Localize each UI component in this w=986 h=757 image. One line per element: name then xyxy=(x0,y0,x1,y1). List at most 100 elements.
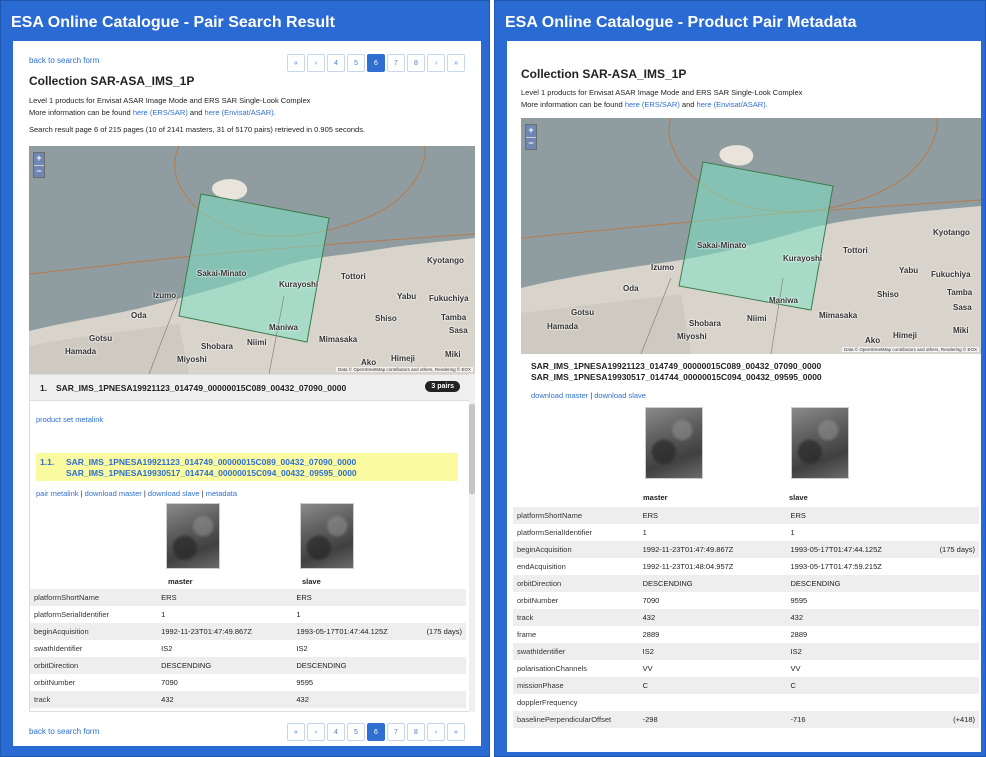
master-value: DESCENDING xyxy=(638,575,787,592)
place-label: Himeji xyxy=(391,354,416,363)
metadata-row: swathIdentifier IS2 IS2 xyxy=(513,643,979,660)
pair-metadata-window: ESA Online Catalogue - Product Pair Meta… xyxy=(494,0,986,757)
result-header[interactable]: 1. SAR_IMS_1PNESA19921123_014749_0000001… xyxy=(30,375,474,401)
slave-value: 9595 xyxy=(790,596,808,605)
difference-value xyxy=(908,558,979,575)
pager-first-button[interactable]: « xyxy=(287,54,305,72)
pager-next-button[interactable]: › xyxy=(427,54,445,72)
place-label: Oda xyxy=(131,311,147,320)
slave-value: 1993-05-17T01:47:44.125Z xyxy=(292,623,404,640)
pair-number: 1.1. xyxy=(40,457,55,467)
pair-slave-id[interactable]: SAR_IMS_1PNESA19930517_014744_00000015C0… xyxy=(66,468,357,478)
metadata-row: orbitDirection DESCENDING DESCENDING xyxy=(513,575,979,592)
pair-entry-highlight[interactable]: 1.1. SAR_IMS_1PNESA19921123_014749_00000… xyxy=(36,453,458,481)
pager-page-8[interactable]: 8 xyxy=(407,723,425,741)
zoom-out-button[interactable]: − xyxy=(34,165,44,177)
pager-page-4[interactable]: 4 xyxy=(327,723,345,741)
place-label: Fukuchiya xyxy=(931,270,971,279)
difference-value xyxy=(908,609,979,626)
slave-thumbnail[interactable] xyxy=(791,407,849,479)
place-label: Kurayoshi xyxy=(279,280,319,289)
metadata-key: platformSerialIdentifier xyxy=(517,528,593,537)
metadata-link[interactable]: metadata xyxy=(206,489,237,498)
metadata-row: baselinePerpendicularOffset -298 -716 (+418… xyxy=(513,711,979,728)
place-label: Miki xyxy=(953,326,969,335)
difference-value: (175 days) xyxy=(403,623,466,640)
ers-sar-link[interactable]: here (ERS/SAR) xyxy=(133,108,188,117)
slave-thumbnail[interactable] xyxy=(300,503,354,569)
difference-value xyxy=(908,660,979,677)
difference-value xyxy=(403,674,466,691)
place-label: Fukuchiya xyxy=(429,294,469,303)
download-master-link[interactable]: download master xyxy=(531,391,588,400)
pager-last-button[interactable]: » xyxy=(447,54,465,72)
download-slave-link[interactable]: download slave xyxy=(148,489,200,498)
collection-title: Collection SAR-ASA_IMS_1P xyxy=(29,74,195,88)
place-label: Miki xyxy=(445,350,461,359)
place-label: Shiso xyxy=(877,290,899,299)
envisat-asar-link[interactable]: here (Envisat/ASAR). xyxy=(697,100,768,109)
result-list[interactable]: 1. SAR_IMS_1PNESA19921123_014749_0000001… xyxy=(29,374,475,712)
scrollbar-thumb[interactable] xyxy=(469,404,475,494)
master-value: 1992-11-23T01:47:49.867Z xyxy=(638,541,787,558)
pager-prev-button[interactable]: ‹ xyxy=(307,723,325,741)
place-label: Shobara xyxy=(689,319,722,328)
master-value: 2889 xyxy=(642,630,660,639)
pager-page-5[interactable]: 5 xyxy=(347,54,365,72)
master-column-header: master xyxy=(643,493,668,502)
pager-page-4[interactable]: 4 xyxy=(327,54,345,72)
pager-next-button[interactable]: › xyxy=(427,723,445,741)
ers-sar-link[interactable]: here (ERS/SAR) xyxy=(625,100,680,109)
more-info-line: More information can be found here (ERS/… xyxy=(521,100,768,109)
master-value: IS2 xyxy=(638,643,787,660)
result-list-scrollbar[interactable] xyxy=(469,374,475,712)
pager-page-7[interactable]: 7 xyxy=(387,723,405,741)
slave-value: ERS xyxy=(786,507,909,524)
back-to-search-link-bottom[interactable]: back to search form xyxy=(29,727,99,736)
master-thumbnail[interactable] xyxy=(645,407,703,479)
slave-value xyxy=(787,694,909,711)
pager-page-7[interactable]: 7 xyxy=(387,54,405,72)
place-label: Yabu xyxy=(397,292,417,301)
pager-page-5[interactable]: 5 xyxy=(347,723,365,741)
place-label: Mimasaka xyxy=(319,335,358,344)
place-label: Oda xyxy=(623,284,639,293)
master-value: 7090 xyxy=(161,678,178,687)
result-number: 1. xyxy=(40,383,48,393)
zoom-in-button[interactable]: + xyxy=(526,125,536,137)
pager-prev-button[interactable]: ‹ xyxy=(307,54,325,72)
pair-master-id[interactable]: SAR_IMS_1PNESA19921123_014749_00000015C0… xyxy=(66,457,356,467)
master-thumbnail[interactable] xyxy=(166,503,220,569)
metadata-row: platformShortName ERS ERS xyxy=(513,507,979,524)
pager-page-8[interactable]: 8 xyxy=(407,54,425,72)
footprint-map[interactable]: + − Kyotango Sakai-Minato Tottori Izumo … xyxy=(521,118,981,354)
pager-first-button[interactable]: « xyxy=(287,723,305,741)
slave-value: 1 xyxy=(790,528,795,537)
envisat-asar-link[interactable]: here (Envisat/ASAR). xyxy=(205,108,276,117)
zoom-out-button[interactable]: − xyxy=(526,137,536,149)
pager-bottom: « ‹ 4 5 6 7 8 › » xyxy=(287,723,465,741)
slave-value: 432 xyxy=(786,609,909,626)
metadata-row: missionPhase C C xyxy=(513,677,979,694)
metadata-key: platformShortName xyxy=(513,507,639,524)
metadata-key: orbitNumber xyxy=(34,678,76,687)
difference-value xyxy=(908,592,979,609)
master-value: VV xyxy=(642,664,653,673)
place-label: Kurayoshi xyxy=(783,254,823,263)
pair-metalink[interactable]: pair metalink xyxy=(36,489,79,498)
pager-last-button[interactable]: » xyxy=(447,723,465,741)
difference-value xyxy=(908,507,979,524)
pager-page-6[interactable]: 6 xyxy=(367,723,385,741)
metadata-key: swathIdentifier xyxy=(34,644,83,653)
place-label: Gotsu xyxy=(571,308,595,317)
zoom-in-button[interactable]: + xyxy=(34,153,44,165)
footprint-map[interactable]: + − Kyotango Sakai-Minato Tottori Izumo … xyxy=(29,146,475,374)
download-slave-link[interactable]: download slave xyxy=(594,391,646,400)
pager-page-6[interactable]: 6 xyxy=(367,54,385,72)
pair-slave-id: SAR_IMS_1PNESA19930517_014744_00000015C0… xyxy=(531,372,822,382)
difference-value xyxy=(403,657,466,674)
download-master-link[interactable]: download master xyxy=(85,489,142,498)
product-set-metalink[interactable]: product set metalink xyxy=(36,415,103,424)
back-to-search-link[interactable]: back to search form xyxy=(29,56,99,65)
place-label: Tottori xyxy=(341,272,366,281)
